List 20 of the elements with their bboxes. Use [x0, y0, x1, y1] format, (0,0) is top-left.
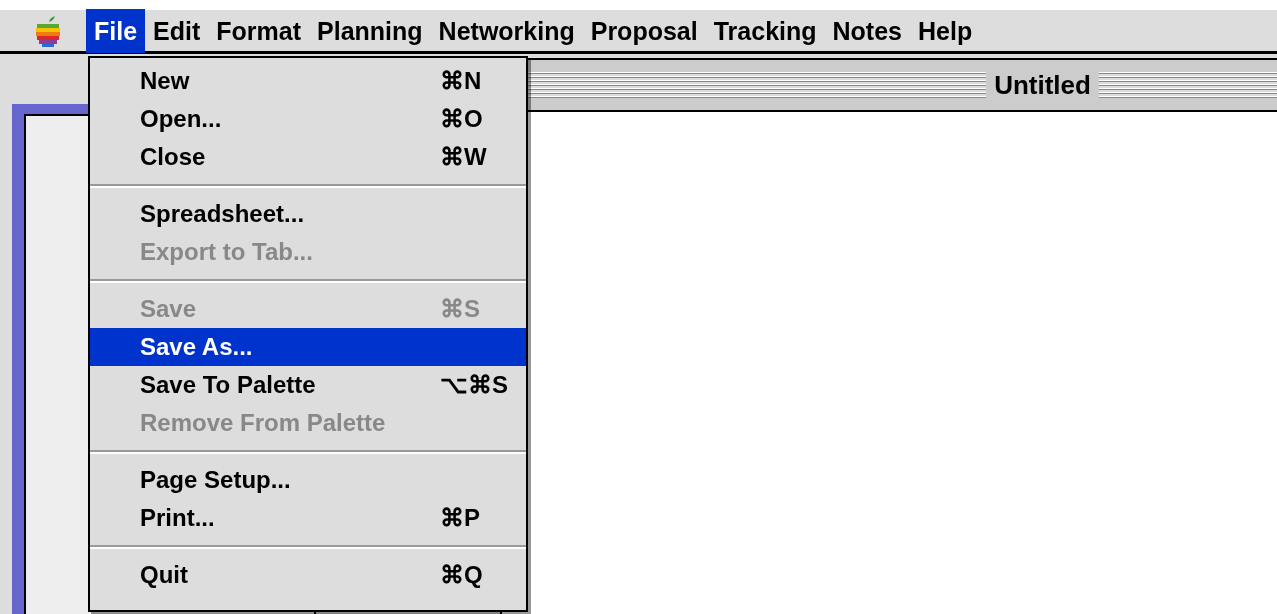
menu-title[interactable]: File: [86, 8, 146, 53]
menu-item[interactable]: Close ⌘W: [90, 138, 526, 176]
menu-title[interactable]: Tracking: [705, 8, 825, 53]
menu-item[interactable]: Save As...: [90, 328, 526, 366]
menu-item[interactable]: New ⌘N: [90, 62, 526, 100]
menu-item[interactable]: Quit ⌘Q: [90, 556, 526, 594]
window-title: Untitled: [994, 69, 1091, 101]
menu-item[interactable]: Save To Palette ⌥⌘S: [90, 366, 526, 404]
menu-title[interactable]: Planning: [309, 8, 431, 53]
menu-title[interactable]: Help: [910, 8, 981, 53]
menu-item[interactable]: Open... ⌘O: [90, 100, 526, 138]
menu-title[interactable]: Proposal: [582, 8, 706, 53]
apple-icon[interactable]: [34, 14, 62, 47]
menu-item[interactable]: Spreadsheet...: [90, 195, 526, 233]
menu-title[interactable]: Notes: [824, 8, 910, 53]
menu-title[interactable]: Edit: [145, 8, 209, 53]
menu-item[interactable]: Print... ⌘P: [90, 499, 526, 537]
menu-title[interactable]: Format: [208, 8, 310, 53]
menu-title[interactable]: Networking: [430, 8, 583, 53]
menu-item[interactable]: Page Setup...: [90, 461, 526, 499]
